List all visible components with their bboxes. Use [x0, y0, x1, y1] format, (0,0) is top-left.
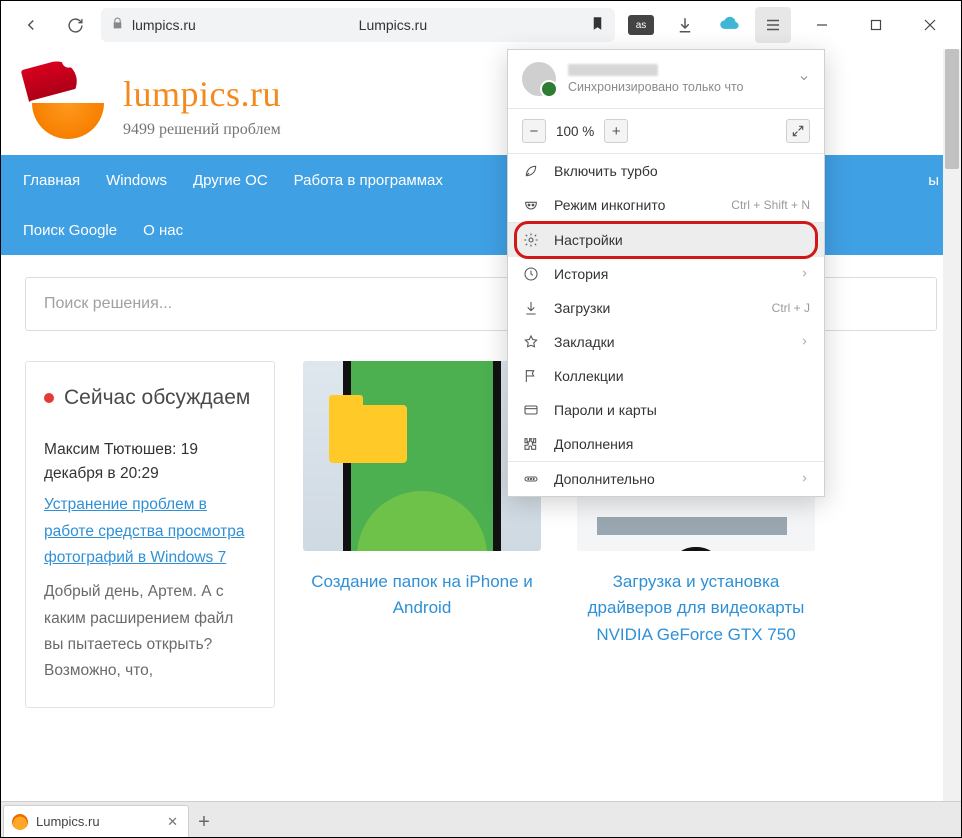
window-minimize-button[interactable] [799, 7, 845, 43]
address-domain: lumpics.ru [132, 17, 196, 33]
scrollbar-thumb[interactable] [945, 49, 959, 169]
menu-item-label: Режим инкогнито [554, 197, 717, 213]
menu-item-label: Загрузки [554, 300, 758, 316]
nav-about[interactable]: О нас [143, 222, 183, 239]
menu-item-history[interactable]: История [508, 257, 824, 291]
avatar [522, 62, 556, 96]
menu-item-label: Коллекции [554, 368, 810, 384]
article-card[interactable]: Создание папок на iPhone и Android [303, 361, 541, 708]
sidebar-post-meta: Максим Тютюшев: 19 декабря в 20:29 [44, 438, 256, 486]
site-tagline: 9499 решений проблем [123, 121, 281, 139]
menu-item-turbo[interactable]: Включить турбо [508, 154, 824, 188]
nav-google-search[interactable]: Поиск Google [23, 222, 117, 239]
address-bar[interactable]: lumpics.ru Lumpics.ru [101, 8, 615, 42]
menu-item-addons[interactable]: Дополнения [508, 427, 824, 461]
reload-button[interactable] [57, 7, 93, 43]
bookmark-icon[interactable] [590, 15, 605, 36]
menu-item-label: Пароли и карты [554, 402, 810, 418]
downloads-icon[interactable] [667, 7, 703, 43]
menu-item-downloads[interactable]: Загрузки Ctrl + J [508, 291, 824, 325]
zoom-value: 100 % [556, 124, 594, 139]
vertical-scrollbar[interactable] [943, 49, 961, 801]
sidebar-heading-text: Сейчас обсуждаем [64, 384, 250, 412]
menu-item-shortcut: Ctrl + Shift + N [731, 198, 810, 212]
browser-toolbar: lumpics.ru Lumpics.ru as [1, 1, 961, 49]
nav-programs[interactable]: Работа в программах [294, 172, 443, 189]
download-icon [522, 300, 540, 316]
gear-icon [522, 232, 540, 248]
chevron-down-icon [798, 71, 810, 87]
sidebar-discussion: Сейчас обсуждаем Максим Тютюшев: 19 дека… [25, 361, 275, 708]
chevron-right-icon [799, 266, 810, 282]
sidebar-post-excerpt: Добрый день, Артем. А с каким расширение… [44, 579, 256, 684]
mask-icon [522, 197, 540, 213]
menu-item-label: Закладки [554, 334, 785, 350]
menu-item-label: Дополнения [554, 436, 810, 452]
site-brand[interactable]: lumpics.ru [123, 73, 281, 115]
article-title[interactable]: Создание папок на iPhone и Android [303, 569, 541, 622]
extension-lastfm-icon[interactable]: as [623, 7, 659, 43]
ellipsis-icon [522, 471, 540, 487]
tab-close-button[interactable]: ✕ [167, 814, 178, 830]
menu-item-bookmarks[interactable]: Закладки [508, 325, 824, 359]
chevron-right-icon [799, 334, 810, 350]
menu-item-label: История [554, 266, 785, 282]
window-maximize-button[interactable] [853, 7, 899, 43]
new-tab-button[interactable]: + [189, 807, 219, 837]
browser-tab[interactable]: Lumpics.ru ✕ [3, 805, 189, 837]
profile-sync-status: Синхронизировано только что [568, 80, 744, 94]
padlock-icon [111, 17, 124, 33]
fullscreen-button[interactable] [786, 119, 810, 143]
favicon-icon [12, 814, 28, 830]
article-title[interactable]: Загрузка и установка драйверов для видео… [577, 569, 815, 648]
menu-item-incognito[interactable]: Режим инкогнито Ctrl + Shift + N [508, 188, 824, 222]
menu-item-shortcut: Ctrl + J [772, 301, 810, 315]
tab-strip: Lumpics.ru ✕ + [1, 801, 961, 837]
main-menu-dropdown: Синхронизировано только что − 100 % + Вк… [507, 49, 825, 497]
tab-title: Lumpics.ru [36, 814, 100, 829]
site-logo[interactable] [29, 67, 107, 145]
search-placeholder: Поиск решения... [44, 295, 172, 313]
puzzle-icon [522, 436, 540, 452]
extension-cloud-icon[interactable] [711, 7, 747, 43]
zoom-out-button[interactable]: − [522, 119, 546, 143]
rocket-icon [522, 163, 540, 179]
sidebar-heading: Сейчас обсуждаем [44, 384, 256, 412]
sidebar-post-link[interactable]: Устранение проблем в работе средства про… [44, 496, 244, 566]
zoom-in-button[interactable]: + [604, 119, 628, 143]
menu-item-settings[interactable]: Настройки [508, 223, 824, 257]
menu-item-more[interactable]: Дополнительно [508, 462, 824, 496]
address-title: Lumpics.ru [204, 17, 582, 33]
menu-item-label: Дополнительно [554, 471, 785, 487]
menu-zoom-row: − 100 % + [508, 109, 824, 154]
profile-name-redacted [568, 64, 658, 76]
nav-windows[interactable]: Windows [106, 172, 167, 189]
star-icon [522, 334, 540, 350]
nav-clipped-item[interactable]: ы [928, 172, 939, 189]
card-icon [522, 402, 540, 418]
chevron-right-icon [799, 471, 810, 487]
menu-item-passwords[interactable]: Пароли и карты [508, 393, 824, 427]
menu-item-collections[interactable]: Коллекции [508, 359, 824, 393]
back-button[interactable] [13, 7, 49, 43]
menu-item-label: Включить турбо [554, 163, 810, 179]
menu-item-label: Настройки [554, 232, 810, 248]
nav-home[interactable]: Главная [23, 172, 80, 189]
window-close-button[interactable] [907, 7, 953, 43]
nav-other-os[interactable]: Другие ОС [193, 172, 268, 189]
article-thumb [303, 361, 541, 551]
live-dot-icon [44, 393, 54, 403]
flag-icon [522, 368, 540, 384]
menu-profile-row[interactable]: Синхронизировано только что [508, 50, 824, 109]
clock-icon [522, 266, 540, 282]
main-menu-button[interactable] [755, 7, 791, 43]
